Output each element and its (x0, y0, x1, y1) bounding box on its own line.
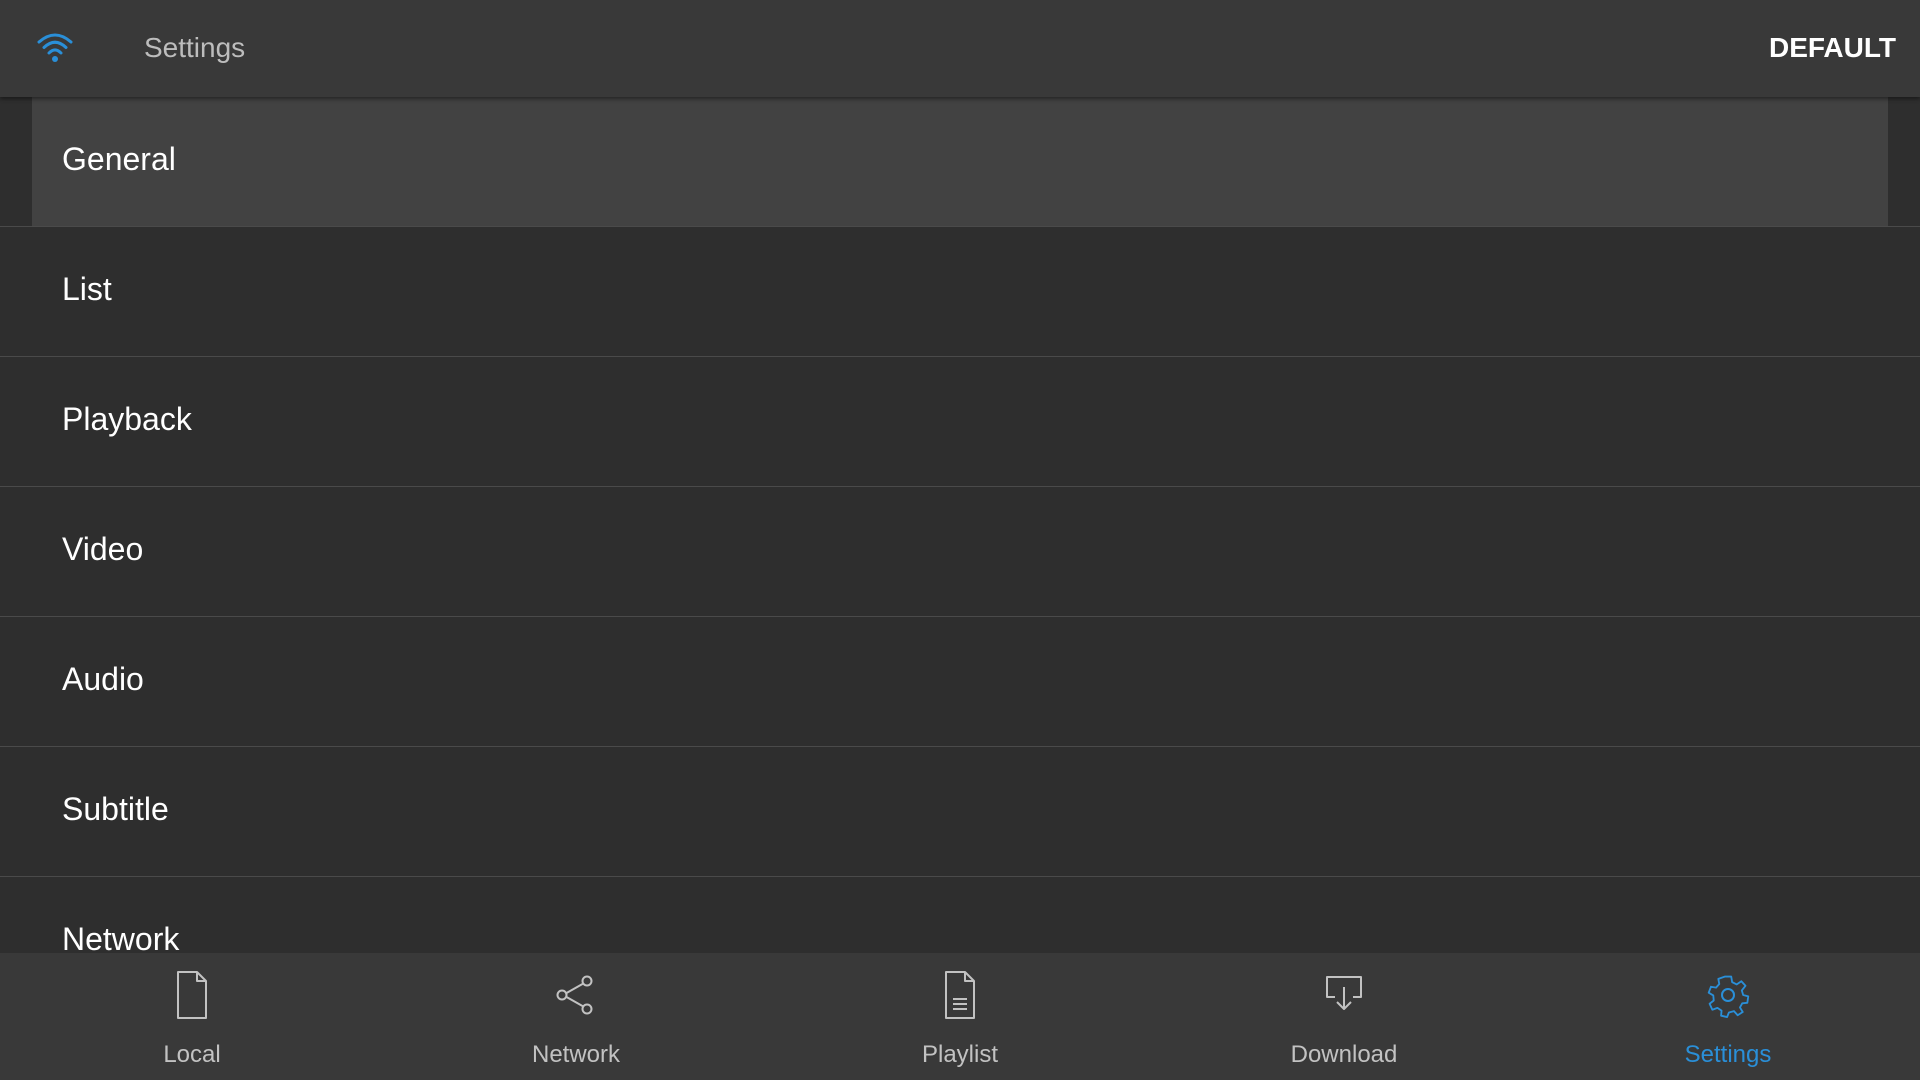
settings-item-label: Playback (62, 401, 192, 437)
default-button[interactable]: DEFAULT (1769, 32, 1896, 64)
app-window: Settings DEFAULT General List Playback V… (0, 0, 1920, 1080)
settings-item-label: Video (62, 531, 144, 567)
wifi-icon (37, 33, 73, 62)
nav-item-download[interactable]: Download (1152, 953, 1536, 1080)
nav-label: Playlist (921, 1041, 999, 1068)
download-icon (1326, 976, 1362, 1010)
settings-item-label: Audio (62, 661, 144, 697)
top-bar: Settings DEFAULT (0, 0, 1920, 97)
settings-item-label: List (62, 271, 112, 307)
selection-highlight (32, 97, 1888, 226)
settings-item-audio[interactable]: Audio (0, 617, 1920, 747)
settings-item-playback[interactable]: Playback (0, 357, 1920, 487)
settings-item-video[interactable]: Video (0, 487, 1920, 617)
settings-item-label: General (62, 141, 176, 177)
nav-label: Local (163, 1041, 221, 1068)
file-icon (177, 971, 207, 1019)
settings-item-network[interactable]: Network (0, 877, 1920, 953)
nav-item-local[interactable]: Local (0, 953, 384, 1080)
settings-item-label: Subtitle (62, 791, 169, 827)
nav-item-network[interactable]: Network (384, 953, 768, 1080)
nav-label: Network (531, 1041, 621, 1068)
page-title: Settings (144, 32, 246, 63)
gear-icon (1707, 975, 1750, 1019)
document-list-icon (945, 971, 975, 1019)
settings-item-list[interactable]: List (0, 227, 1920, 357)
settings-list: General List Playback Video Audio Subtit… (0, 97, 1920, 953)
settings-item-label: Network (62, 921, 180, 953)
nav-item-settings[interactable]: Settings (1536, 953, 1920, 1080)
nav-item-playlist[interactable]: Playlist (768, 953, 1152, 1080)
bottom-navigation: Local Network Playlist Download Settings (0, 953, 1920, 1080)
nav-label: Download (1290, 1041, 1398, 1068)
share-icon (556, 975, 593, 1015)
settings-item-general[interactable]: General (0, 97, 1920, 227)
settings-item-subtitle[interactable]: Subtitle (0, 747, 1920, 877)
nav-label: Settings (1684, 1041, 1772, 1068)
